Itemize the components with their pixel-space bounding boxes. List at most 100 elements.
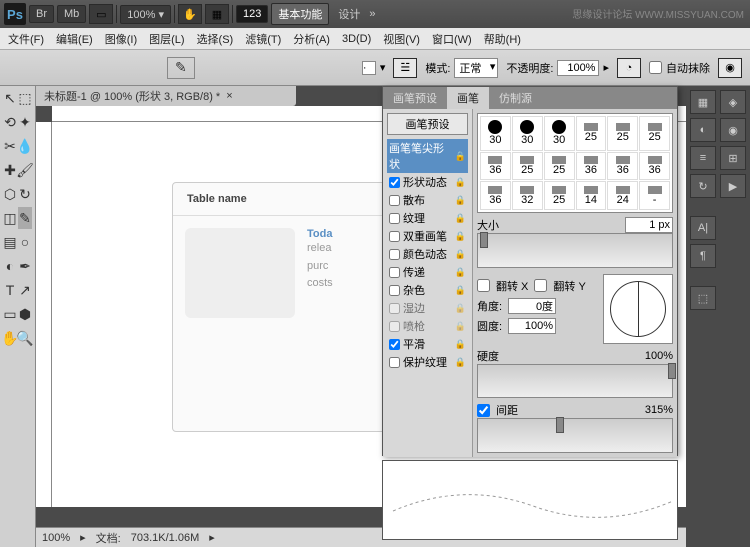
flipx-checkbox[interactable] [477, 279, 490, 292]
mode-select[interactable]: 正常 [454, 58, 498, 78]
stamp-tool[interactable]: ⬡ [3, 183, 17, 205]
angle-input[interactable] [508, 298, 556, 314]
crop-tool[interactable]: ✂ [3, 135, 17, 157]
menu-filter[interactable]: 滤镜(T) [245, 31, 281, 47]
opacity-input[interactable] [557, 60, 599, 76]
brush-tip-cell[interactable]: 24 [607, 181, 638, 210]
brush-option-checkbox[interactable] [389, 303, 400, 314]
status-arrow-icon[interactable]: ▸ [209, 531, 215, 544]
navigator-panel-icon[interactable]: ⬚ [690, 286, 716, 310]
brush-panel-toggle-icon[interactable]: ☱ [393, 58, 417, 78]
tablet-pressure-icon[interactable]: ◔ [617, 58, 641, 78]
menu-file[interactable]: 文件(F) [8, 31, 44, 47]
character-panel-icon[interactable]: A| [690, 216, 716, 240]
brush-tip-cell[interactable]: 30 [544, 116, 575, 151]
size-input[interactable] [625, 217, 673, 233]
more-icon[interactable]: » [369, 8, 375, 20]
arrange-icon[interactable]: ▦ [205, 4, 229, 24]
document-tab[interactable]: 未标题-1 @ 100% (形状 3, RGB/8) * × [36, 86, 296, 106]
ruler-vertical[interactable] [36, 122, 52, 507]
brush-option-1[interactable]: 形状动态🔒 [387, 173, 468, 191]
adjustments-panel-icon[interactable]: ◐ [690, 118, 716, 142]
tab-brush-preset[interactable]: 画笔预设 [383, 87, 447, 109]
lasso-tool[interactable]: ⟲ [3, 111, 17, 133]
brush-tip-cell[interactable]: 30 [480, 116, 511, 151]
styles-panel-icon[interactable]: ◉ [720, 118, 746, 142]
brush-tip-cell[interactable]: 25 [512, 152, 543, 181]
menu-select[interactable]: 选择(S) [197, 31, 234, 47]
type-tool[interactable]: T [3, 279, 17, 301]
brush-tip-cell[interactable]: 25 [639, 116, 670, 151]
history-panel-icon[interactable]: ↻ [690, 174, 716, 198]
brush-option-checkbox[interactable] [389, 249, 400, 260]
actions-panel-icon[interactable]: ▶ [720, 174, 746, 198]
paragraph-panel-icon[interactable]: ¶ [690, 244, 716, 268]
status-zoom[interactable]: 100% [42, 532, 70, 544]
channels-panel-icon[interactable]: ⊞ [720, 146, 746, 170]
bridge-button[interactable]: Br [29, 5, 54, 23]
size-slider[interactable] [477, 233, 673, 268]
hand-icon[interactable]: ✋ [178, 4, 202, 24]
color-panel-icon[interactable]: ▦ [690, 90, 716, 114]
menu-3d[interactable]: 3D(D) [342, 33, 371, 45]
shape-tool[interactable]: ▭ [3, 303, 17, 325]
brush-tip-cell[interactable]: 25 [544, 152, 575, 181]
brush-option-8[interactable]: 湿边🔒 [387, 299, 468, 317]
brush-dropdown-icon[interactable]: ▾ [380, 61, 386, 74]
brush-option-checkbox[interactable] [389, 195, 400, 206]
tablet-pressure2-icon[interactable]: ◉ [718, 58, 742, 78]
menu-view[interactable]: 视图(V) [383, 31, 420, 47]
brush-tip-cell[interactable]: 14 [576, 181, 607, 210]
screen-mode-icon[interactable]: ▭ [89, 4, 113, 24]
roundness-input[interactable] [508, 318, 556, 334]
eraser-tool[interactable]: ◫ [3, 207, 17, 229]
history-brush-tool[interactable]: ↻ [18, 183, 32, 205]
brush-option-5[interactable]: 颜色动态🔒 [387, 245, 468, 263]
pen-tool[interactable]: ✒ [18, 255, 32, 277]
brush-option-checkbox[interactable] [389, 285, 400, 296]
zoom-select[interactable]: 100% ▾ [120, 5, 171, 24]
brush-tip-cell[interactable]: 36 [480, 181, 511, 210]
brush-option-checkbox[interactable] [389, 321, 400, 332]
brush-option-checkbox[interactable] [389, 213, 400, 224]
dodge-tool[interactable]: ◐ [3, 255, 17, 277]
tab-brush[interactable]: 画笔 [447, 87, 489, 109]
spacing-checkbox[interactable] [477, 404, 490, 417]
brush-tip-cell[interactable]: 25 [607, 116, 638, 151]
brush-option-3[interactable]: 纹理🔒 [387, 209, 468, 227]
gradient-tool[interactable]: ▤ [3, 231, 17, 253]
3d-tool[interactable]: ⬢ [18, 303, 32, 325]
brush-tip-cell[interactable]: 25 [576, 116, 607, 151]
path-tool[interactable]: ↗ [18, 279, 32, 301]
tab-clone-source[interactable]: 仿制源 [489, 87, 542, 109]
brush-tip-cell[interactable]: 30 [512, 116, 543, 151]
menu-window[interactable]: 窗口(W) [432, 31, 472, 47]
menu-analysis[interactable]: 分析(A) [293, 31, 330, 47]
menu-image[interactable]: 图像(I) [105, 31, 137, 47]
brush-tool[interactable]: 🖌 [18, 159, 32, 181]
menu-help[interactable]: 帮助(H) [484, 31, 521, 47]
brush-option-checkbox[interactable] [389, 339, 400, 350]
minibridge-button[interactable]: Mb [57, 5, 86, 23]
brush-option-0[interactable]: 画笔笔尖形状🔒 [387, 139, 468, 173]
close-icon[interactable]: × [226, 90, 232, 102]
brush-option-checkbox[interactable] [389, 231, 400, 242]
move-tool[interactable]: ↖ [3, 87, 17, 109]
autoerase-checkbox[interactable] [649, 61, 662, 74]
pencil-icon[interactable]: ✎ [167, 57, 195, 79]
brush-option-checkbox[interactable] [389, 357, 400, 368]
angle-widget[interactable] [603, 274, 673, 344]
brush-option-checkbox[interactable] [389, 267, 400, 278]
brush-tip-cell[interactable]: - [639, 181, 670, 210]
brush-option-checkbox[interactable] [389, 177, 400, 188]
brush-option-10[interactable]: 平滑🔒 [387, 335, 468, 353]
wand-tool[interactable]: ✦ [18, 111, 32, 133]
brush-option-4[interactable]: 双重画笔🔒 [387, 227, 468, 245]
brush-option-6[interactable]: 传递🔒 [387, 263, 468, 281]
eyedropper-tool[interactable]: 💧 [18, 135, 32, 157]
menu-layer[interactable]: 图层(L) [149, 31, 184, 47]
brush-tip-cell[interactable]: 36 [639, 152, 670, 181]
brush-option-11[interactable]: 保护纹理🔒 [387, 353, 468, 371]
brush-preset-button[interactable]: 画笔预设 [387, 113, 468, 135]
brush-tip-cell[interactable]: 25 [544, 181, 575, 210]
